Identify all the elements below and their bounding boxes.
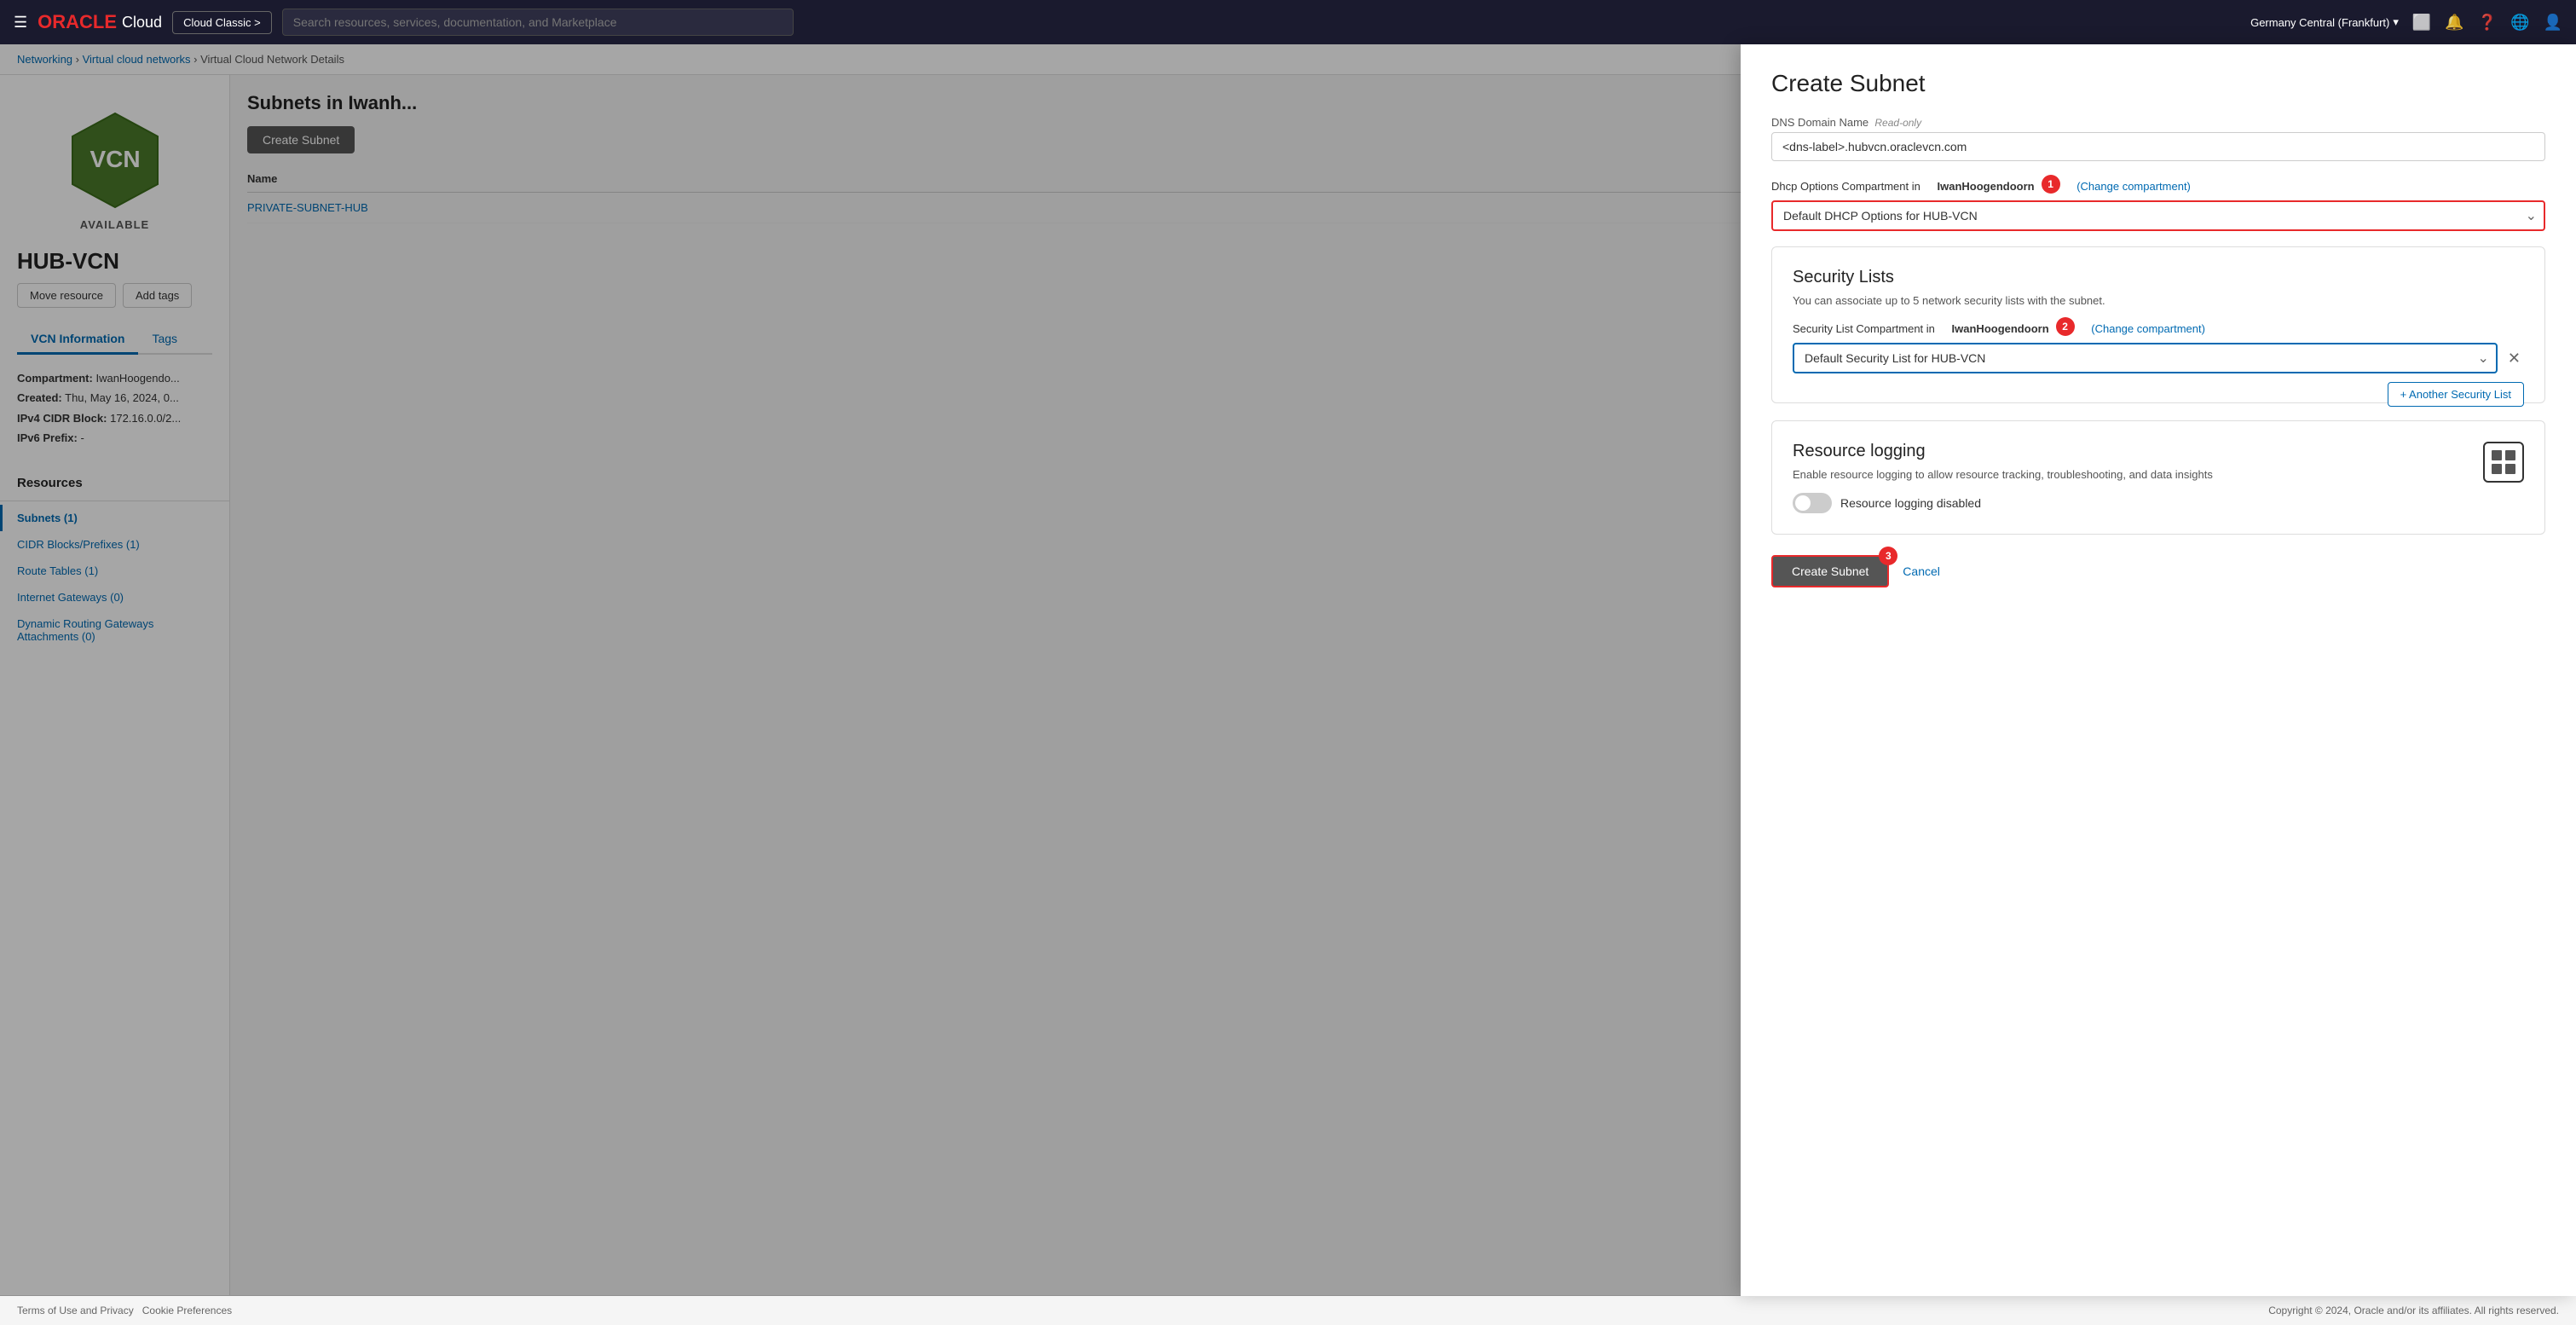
cookies-link[interactable]: Cookie Preferences xyxy=(142,1305,232,1316)
breadcrumb-sep2: › xyxy=(193,53,200,66)
search-input[interactable] xyxy=(282,9,794,36)
subnet-link[interactable]: PRIVATE-SUBNET-HUB xyxy=(247,201,368,214)
security-list-compartment-label: Security List Compartment in xyxy=(1793,322,1935,335)
ipv4-label: IPv4 CIDR Block: xyxy=(17,412,107,425)
resource-logging-title: Resource logging xyxy=(1793,442,2213,461)
vcn-action-buttons: Move resource Add tags xyxy=(0,275,229,316)
resource-logging-desc: Enable resource logging to allow resourc… xyxy=(1793,468,2213,481)
sidebar: VCN AVAILABLE HUB-VCN Move resource Add … xyxy=(0,75,230,1295)
step-1-badge: 1 xyxy=(2042,175,2060,194)
cloud-classic-button[interactable]: Cloud Classic > xyxy=(172,11,272,34)
region-label: Germany Central (Frankfurt) xyxy=(2250,16,2389,29)
terms-link[interactable]: Terms of Use and Privacy xyxy=(17,1305,134,1316)
user-avatar[interactable]: 👤 xyxy=(2544,14,2562,32)
dhcp-compartment-row: Dhcp Options Compartment in IwanHoogendo… xyxy=(1771,176,2545,195)
sidebar-item-route-tables[interactable]: Route Tables (1) xyxy=(0,558,229,584)
compartment-value: IwanHoogendo... xyxy=(95,372,179,385)
tab-tags[interactable]: Tags xyxy=(138,325,191,355)
footer-copyright: Copyright © 2024, Oracle and/or its affi… xyxy=(2268,1305,2559,1316)
svg-text:VCN: VCN xyxy=(90,146,140,172)
dns-domain-label: DNS Domain Name Read-only xyxy=(1771,116,2545,129)
breadcrumb-sep1: › xyxy=(76,53,83,66)
sidebar-item-internet-gateways[interactable]: Internet Gateways (0) xyxy=(0,584,229,610)
grid-icon xyxy=(2490,448,2517,476)
panel-title: Create Subnet xyxy=(1771,70,2545,97)
cancel-button[interactable]: Cancel xyxy=(1903,564,1940,578)
globe-icon[interactable]: 🌐 xyxy=(2510,14,2529,32)
vcn-hexagon-icon: VCN xyxy=(64,109,166,211)
vcn-icon-container: VCN AVAILABLE xyxy=(0,92,229,248)
hamburger-icon[interactable]: ☰ xyxy=(14,14,27,32)
create-subnet-button-wrapper: Create Subnet 3 xyxy=(1771,555,1889,587)
created-label: Created: xyxy=(17,391,62,404)
resource-logging-toggle[interactable] xyxy=(1793,493,1832,513)
vcn-title: HUB-VCN xyxy=(0,248,229,275)
resource-logging-toggle-row: Resource logging disabled xyxy=(1793,493,2213,513)
console-icon[interactable]: ⬜ xyxy=(2412,14,2431,32)
created-value: Thu, May 16, 2024, 0... xyxy=(65,391,179,404)
ipv4-value: 172.16.0.0/2... xyxy=(110,412,181,425)
sidebar-item-cidr-blocks[interactable]: CIDR Blocks/Prefixes (1) xyxy=(0,531,229,558)
breadcrumb-detail: Virtual Cloud Network Details xyxy=(200,53,344,66)
vcn-tabs: VCN Information Tags xyxy=(17,325,212,355)
resources-title: Resources xyxy=(0,476,229,497)
security-list-compartment-owner: IwanHoogendoorn xyxy=(1952,322,2049,335)
dhcp-change-compartment-link[interactable]: (Change compartment) xyxy=(2076,180,2191,193)
create-subnet-panel: Create Subnet DNS Domain Name Read-only … xyxy=(1741,44,2576,1296)
security-lists-desc: You can associate up to 5 network securi… xyxy=(1793,294,2524,307)
another-security-list-button[interactable]: + Another Security List xyxy=(2388,382,2524,407)
security-list-select[interactable]: Default Security List for HUB-VCN xyxy=(1793,343,2498,373)
security-list-remove-button[interactable]: ✕ xyxy=(2504,346,2524,371)
nav-right: Germany Central (Frankfurt) ▾ ⬜ 🔔 ❓ 🌐 👤 xyxy=(2250,14,2562,32)
vcn-status-badge: AVAILABLE xyxy=(80,218,149,231)
bell-icon[interactable]: 🔔 xyxy=(2445,14,2463,32)
security-list-compartment-row: Security List Compartment in IwanHoogend… xyxy=(1793,319,2524,338)
tab-vcn-information[interactable]: VCN Information xyxy=(17,325,138,355)
security-list-row: Default Security List for HUB-VCN ✕ xyxy=(1793,343,2524,373)
oracle-text: ORACLE xyxy=(38,11,117,33)
resource-logging-section: Resource logging Enable resource logging… xyxy=(1771,420,2545,535)
top-nav: ☰ ORACLE Cloud Cloud Classic > Germany C… xyxy=(0,0,2576,44)
step-2-badge: 2 xyxy=(2056,317,2075,336)
dns-domain-group: DNS Domain Name Read-only xyxy=(1771,116,2545,161)
footer-left: Terms of Use and Privacy Cookie Preferen… xyxy=(17,1305,232,1316)
sidebar-item-dynamic-routing[interactable]: Dynamic Routing Gateways Attachments (0) xyxy=(0,610,229,650)
create-subnet-main-button[interactable]: Create Subnet xyxy=(247,126,355,153)
vcn-details: Compartment: IwanHoogendo... Created: Th… xyxy=(0,355,229,462)
resource-logging-content: Resource logging Enable resource logging… xyxy=(1793,442,2213,513)
security-list-select-wrapper: Default Security List for HUB-VCN xyxy=(1793,343,2498,373)
ipv6-label: IPv6 Prefix: xyxy=(17,431,78,444)
dns-domain-input[interactable] xyxy=(1771,132,2545,161)
create-subnet-button[interactable]: Create Subnet xyxy=(1771,555,1889,587)
footer: Terms of Use and Privacy Cookie Preferen… xyxy=(0,1295,2576,1325)
breadcrumb-networking[interactable]: Networking xyxy=(17,53,72,66)
panel-actions: Create Subnet 3 Cancel xyxy=(1771,555,2545,587)
help-icon[interactable]: ❓ xyxy=(2478,14,2497,32)
move-resource-button[interactable]: Move resource xyxy=(17,283,116,308)
resource-logging-status-label: Resource logging disabled xyxy=(1840,496,1981,510)
dhcp-options-select-wrapper: Default DHCP Options for HUB-VCN xyxy=(1771,200,2545,231)
dhcp-compartment-owner: IwanHoogendoorn xyxy=(1937,180,2034,193)
dhcp-compartment-label: Dhcp Options Compartment in xyxy=(1771,180,1920,193)
cloud-text: Cloud xyxy=(122,14,162,32)
sidebar-item-subnets[interactable]: Subnets (1) xyxy=(0,505,229,531)
ipv6-value: - xyxy=(80,431,84,444)
add-tags-button[interactable]: Add tags xyxy=(123,283,192,308)
step-3-badge: 3 xyxy=(1879,547,1897,565)
region-dropdown-icon: ▾ xyxy=(2393,15,2399,29)
security-lists-title: Security Lists xyxy=(1793,268,2524,287)
resources-section: Resources Subnets (1) CIDR Blocks/Prefix… xyxy=(0,462,229,663)
dhcp-options-group: Dhcp Options Compartment in IwanHoogendo… xyxy=(1771,176,2545,231)
compartment-label: Compartment: xyxy=(17,372,93,385)
security-lists-section: Security Lists You can associate up to 5… xyxy=(1771,246,2545,403)
region-selector[interactable]: Germany Central (Frankfurt) ▾ xyxy=(2250,15,2399,29)
dhcp-options-select[interactable]: Default DHCP Options for HUB-VCN xyxy=(1771,200,2545,231)
security-list-change-compartment-link[interactable]: (Change compartment) xyxy=(2091,322,2205,335)
breadcrumb-vcn[interactable]: Virtual cloud networks xyxy=(83,53,191,66)
oracle-logo: ORACLE Cloud xyxy=(38,11,162,33)
resource-logging-icon xyxy=(2483,442,2524,483)
